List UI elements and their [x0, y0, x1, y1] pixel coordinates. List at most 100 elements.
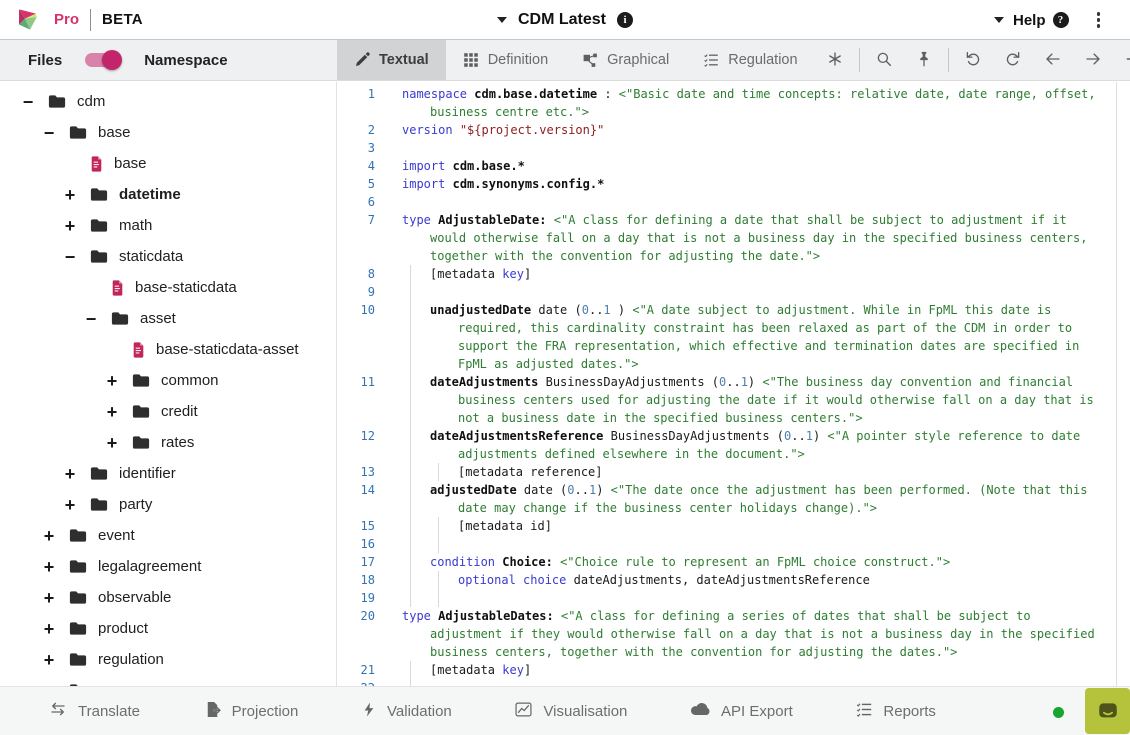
tree-item-staticdata[interactable]: −staticdata	[0, 241, 336, 272]
bottombar-api-export-button[interactable]: API Export	[690, 701, 793, 721]
tree-item-identifier[interactable]: +identifier	[0, 458, 336, 489]
line-number: 16	[337, 535, 375, 553]
bottombar-validation-button[interactable]: Validation	[361, 700, 452, 723]
tree-item-base-staticdata[interactable]: base-staticdata	[0, 272, 336, 303]
expand-toggle-icon[interactable]: +	[41, 620, 57, 638]
code-token	[554, 609, 561, 623]
folder-icon	[90, 249, 108, 264]
editor-tabs: TextualDefinitionGraphicalRegulation	[337, 40, 815, 80]
help-menu[interactable]: Help	[1013, 12, 1046, 29]
toolbar-divider	[948, 48, 949, 72]
chat-widget-button[interactable]	[1085, 688, 1130, 734]
code-token: <"Choice rule to represent an FpML choic…	[560, 555, 950, 569]
collapse-toggle-icon[interactable]: −	[41, 124, 57, 142]
collapse-toggle-icon[interactable]: −	[62, 248, 78, 266]
files-label: Files	[28, 52, 62, 69]
tree-item-product[interactable]: + product	[0, 613, 336, 644]
tree-item-base-staticdata-asset[interactable]: base-staticdata-asset	[0, 334, 336, 365]
expand-toggle-icon[interactable]: +	[104, 403, 120, 421]
tree-item-observable[interactable]: +observable	[0, 582, 336, 613]
tree-item-party[interactable]: +party	[0, 489, 336, 520]
code-token: cdm.base.*	[453, 159, 525, 173]
line-number: 8	[337, 265, 375, 283]
expand-toggle-icon[interactable]: +	[62, 496, 78, 514]
pin-button[interactable]	[909, 45, 939, 75]
code-token: ..	[589, 303, 603, 317]
code-line: 20type AdjustableDates: <"A class for de…	[337, 607, 1130, 661]
bottombar-reports-button[interactable]: Reports	[855, 701, 936, 722]
main-area: −cdm−basebase+datetime+math−staticdataba…	[0, 82, 1130, 686]
asterisk-button[interactable]	[820, 45, 850, 75]
collapse-toggle-icon[interactable]: −	[83, 310, 99, 328]
arrow-left-button[interactable]	[1038, 45, 1068, 75]
kebab-menu-icon[interactable]	[1097, 12, 1101, 28]
line-number: 9	[337, 283, 375, 301]
tree-item-label: product	[98, 620, 148, 637]
tree-item-clipped[interactable]: +	[0, 675, 336, 686]
code-token	[547, 213, 554, 227]
expand-toggle-icon[interactable]: +	[104, 434, 120, 452]
tree-item-math[interactable]: +math	[0, 210, 336, 241]
code-token: )	[748, 375, 762, 389]
help-icon[interactable]: ?	[1053, 12, 1069, 28]
tab-textual[interactable]: Textual	[337, 40, 446, 80]
code-token: adjustedDate	[430, 483, 517, 497]
tree-item-asset[interactable]: − asset	[0, 303, 336, 334]
tab-definition[interactable]: Definition	[446, 40, 565, 80]
tree-item-common[interactable]: +common	[0, 365, 336, 396]
code-token: ]	[524, 663, 531, 677]
tree-item-datetime[interactable]: +datetime	[0, 179, 336, 210]
undo-button[interactable]	[958, 45, 988, 75]
line-number: 3	[337, 139, 375, 157]
code-text: dateAdjustments BusinessDayAdjustments (…	[402, 373, 1130, 427]
expand-toggle-icon[interactable]: +	[41, 527, 57, 545]
tab-regulation[interactable]: Regulation	[686, 40, 814, 80]
line-number: 4	[337, 157, 375, 175]
tree-item-credit[interactable]: +credit	[0, 396, 336, 427]
code-token: Choice:	[502, 555, 553, 569]
project-selector[interactable]: CDM Latest i	[497, 11, 633, 29]
toolbar: Files Namespace TextualDefinitionGraphic…	[0, 40, 1130, 81]
code-editor[interactable]: 1namespace cdm.base.datetime : <"Basic d…	[337, 82, 1130, 686]
tree-item-base[interactable]: −base	[0, 117, 336, 148]
arrow-right-button[interactable]	[1078, 45, 1108, 75]
tab-graphical[interactable]: Graphical	[565, 40, 686, 80]
bottombar-translate-button[interactable]: Translate	[48, 700, 140, 722]
tree-item-cdm[interactable]: −cdm	[0, 86, 336, 117]
reports-icon	[855, 701, 873, 722]
toggle-knob[interactable]	[102, 50, 122, 70]
expand-toggle-icon[interactable]: +	[104, 372, 120, 390]
toolbar-actions	[815, 40, 1130, 80]
redo-button[interactable]	[998, 45, 1028, 75]
expand-toggle-icon[interactable]: +	[62, 217, 78, 235]
plus-button[interactable]	[1118, 45, 1130, 75]
info-icon[interactable]: i	[617, 12, 633, 28]
code-text: [metadata reference]	[402, 463, 1130, 481]
tree-item-label: asset	[140, 310, 176, 327]
code-text: unadjustedDate date (0..1 ) <"A date sub…	[402, 301, 1130, 373]
expand-toggle-icon[interactable]: +	[41, 651, 57, 669]
expand-toggle-icon[interactable]: +	[62, 465, 78, 483]
collapse-toggle-icon[interactable]: −	[20, 93, 36, 111]
expand-toggle-icon[interactable]: +	[62, 186, 78, 204]
bottombar-visualisation-button[interactable]: Visualisation	[514, 701, 627, 722]
tree-item-rates[interactable]: +rates	[0, 427, 336, 458]
expand-toggle-icon[interactable]: +	[41, 558, 57, 576]
namespace-label: Namespace	[144, 52, 227, 69]
folder-icon	[69, 621, 87, 636]
tree-item-base[interactable]: base	[0, 148, 336, 179]
code-line: 8[metadata key]	[337, 265, 1130, 283]
folder-icon	[132, 404, 150, 419]
search-button[interactable]	[869, 45, 899, 75]
bottombar-projection-button[interactable]: Projection	[203, 700, 299, 723]
expand-toggle-icon[interactable]: +	[41, 589, 57, 607]
tree-item-legalagreement[interactable]: +legalagreement	[0, 551, 336, 582]
code-text	[402, 193, 1130, 211]
tree-item-regulation[interactable]: +regulation	[0, 644, 336, 675]
code-line: 9	[337, 283, 1130, 301]
tree-item-event[interactable]: +event	[0, 520, 336, 551]
code-token: namespace	[402, 87, 467, 101]
files-namespace-toggle[interactable]	[85, 53, 119, 67]
line-number: 5	[337, 175, 375, 193]
code-line: 15[metadata id]	[337, 517, 1130, 535]
